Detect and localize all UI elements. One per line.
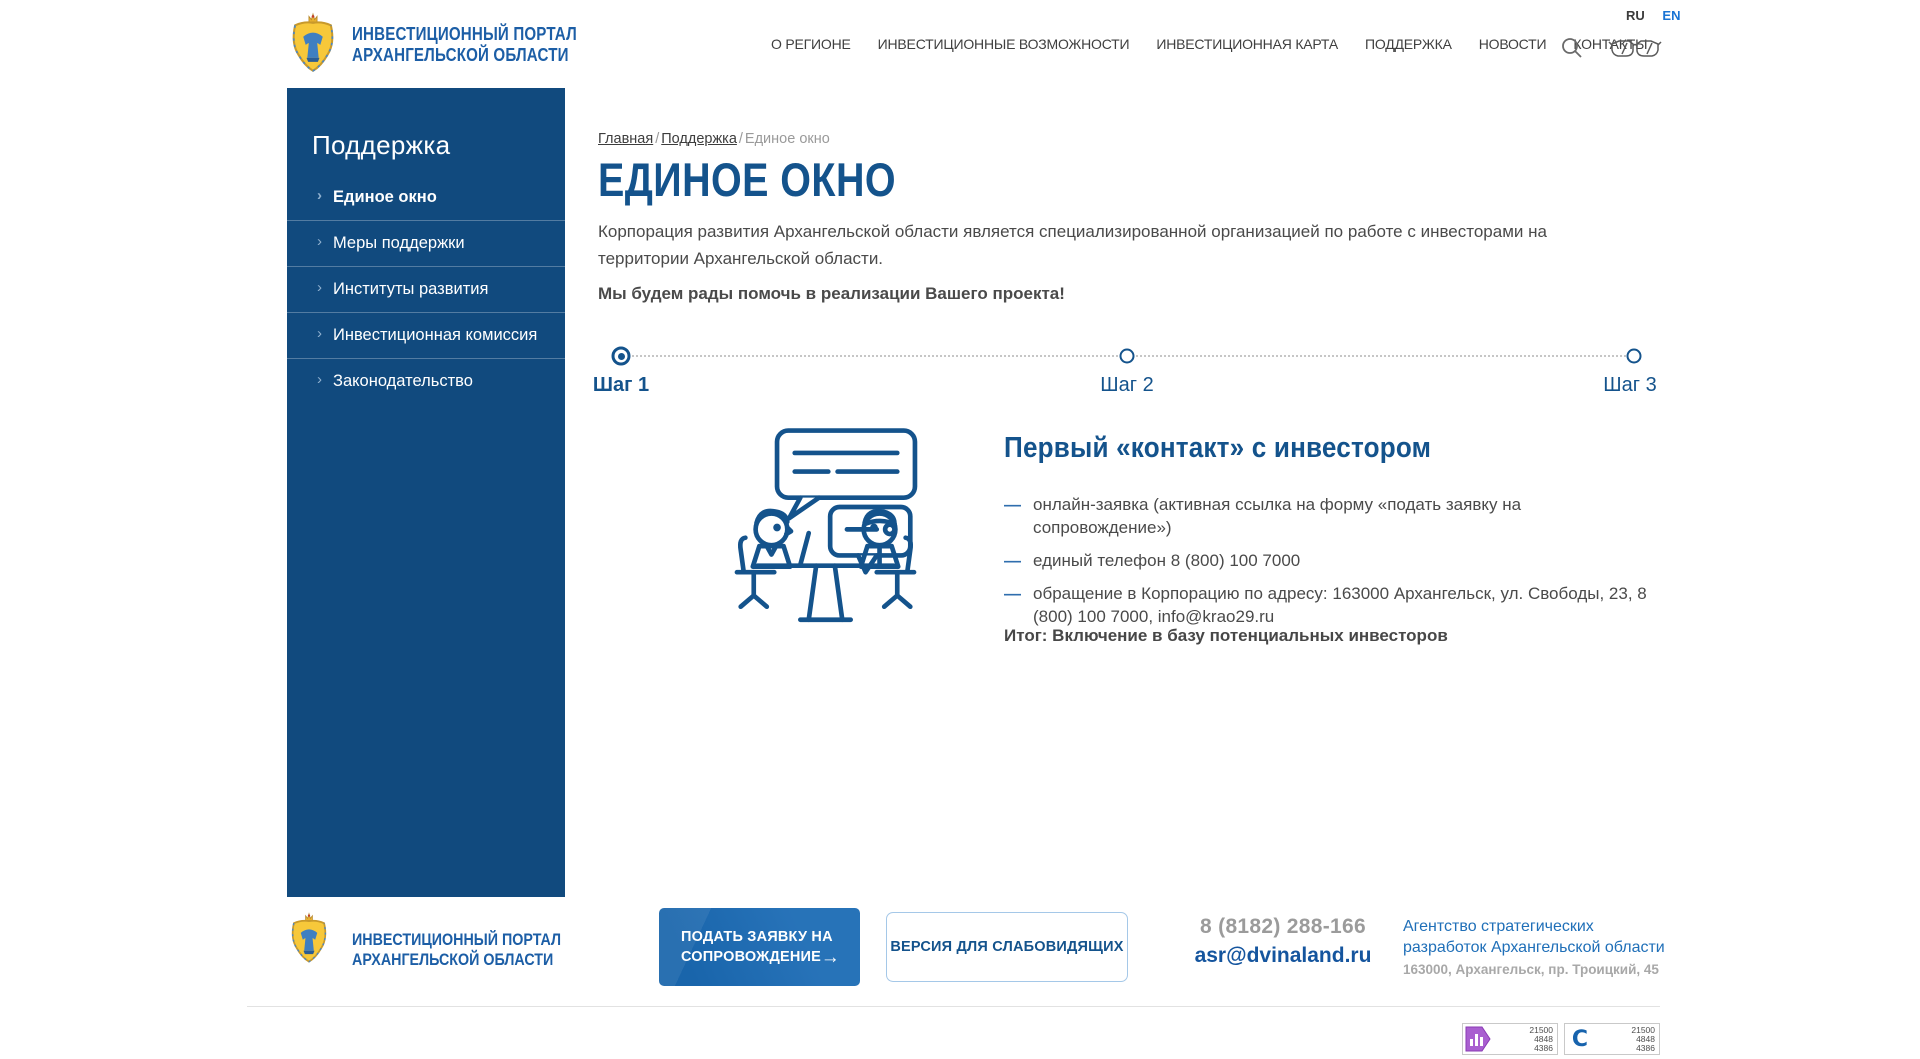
counter-value: 4386 <box>1493 1044 1553 1053</box>
sidebar-item-label: Инвестиционная комиссия <box>333 326 537 344</box>
footer-site-title-line2: АРХАНГЕЛЬСКОЙ ОБЛАСТИ <box>352 950 561 970</box>
footer-site-title[interactable]: ИНВЕСТИЦИОННЫЙ ПОРТАЛ АРХАНГЕЛЬСКОЙ ОБЛА… <box>352 930 561 970</box>
email-link[interactable]: asr@dvinaland.ru <box>1158 944 1408 968</box>
agency-link[interactable]: Агентство стратегических разработок Арха… <box>1403 916 1673 958</box>
nav-item-investment-map[interactable]: ИНВЕСТИЦИОННАЯ КАРТА <box>1156 36 1338 52</box>
sputnik-c-icon: C <box>1565 1025 1595 1053</box>
site-title[interactable]: ИНВЕСТИЦИОННЫЙ ПОРТАЛ АРХАНГЕЛЬСКОЙ ОБЛА… <box>352 24 577 66</box>
sidebar-item-label: Институты развития <box>333 280 488 298</box>
footer-divider <box>247 1006 1660 1007</box>
sidebar-title: Поддержка <box>287 88 565 175</box>
counter-badge-sputnik[interactable]: C 21500 4848 4386 <box>1564 1023 1660 1055</box>
sidebar-item-edinoe-okno[interactable]: › Единое окно <box>287 175 565 220</box>
intro-bold-paragraph: Мы будем рады помочь в реализации Вашего… <box>598 284 1065 304</box>
counter-badge-liveinternet[interactable]: 21500 4848 4386 <box>1462 1023 1558 1055</box>
meeting-illustration-icon <box>718 425 933 630</box>
sidebar-item-label: Единое окно <box>333 188 437 206</box>
sidebar-item-label: Меры поддержки <box>333 234 465 252</box>
apply-support-button-label: ПОДАТЬ ЗАЯВКУ НА СОПРОВОЖДЕНИЕ <box>681 929 833 965</box>
step-bullet-list: онлайн-заявка (активная ссылка на форму … <box>1004 493 1659 628</box>
arrow-right-icon: → <box>821 948 840 968</box>
step-details: Первый «контакт» с инвестором онлайн-зая… <box>1004 432 1659 638</box>
step-result: Итог: Включение в базу потенциальных инв… <box>1004 626 1448 646</box>
step-circle-2[interactable] <box>1120 349 1135 364</box>
counter-values: 21500 4848 4386 <box>1493 1026 1557 1053</box>
header: ИНВЕСТИЦИОННЫЙ ПОРТАЛ АРХАНГЕЛЬСКОЙ ОБЛА… <box>0 0 1920 88</box>
step-circle-3[interactable] <box>1627 349 1642 364</box>
step-label-2[interactable]: Шаг 2 <box>1100 374 1153 397</box>
list-item: обращение в Корпорацию по адресу: 163000… <box>1004 582 1659 628</box>
phone-number: 8 (8182) 288-166 <box>1158 915 1408 939</box>
accessibility-glasses-icon[interactable] <box>1608 38 1662 65</box>
lang-ru[interactable]: RU <box>1626 8 1645 23</box>
sidebar-item-mery-podderzhki[interactable]: › Меры поддержки <box>287 220 565 266</box>
sidebar-item-instituty-razvitiya[interactable]: › Институты развития <box>287 266 565 312</box>
coat-of-arms-icon <box>287 12 339 76</box>
site-title-line2: АРХАНГЕЛЬСКОЙ ОБЛАСТИ <box>352 45 577 66</box>
apply-support-button[interactable]: ПОДАТЬ ЗАЯВКУ НА СОПРОВОЖДЕНИЕ → <box>659 908 860 986</box>
nav-item-support[interactable]: ПОДДЕРЖКА <box>1365 36 1452 52</box>
liveinternet-icon <box>1463 1025 1493 1053</box>
sidebar-item-investitsionnaya-komissiya[interactable]: › Инвестиционная комиссия <box>287 312 565 358</box>
visit-counters: 21500 4848 4386 C 21500 4848 4386 <box>1462 1023 1660 1055</box>
nav-item-opportunities[interactable]: ИНВЕСТИЦИОННЫЕ ВОЗМОЖНОСТИ <box>878 36 1130 52</box>
breadcrumb: ГлавнаяПоддержкаЕдиное окно <box>598 131 830 147</box>
c-letter: C <box>1572 1027 1588 1052</box>
chevron-right-icon: › <box>317 371 322 388</box>
step-label-3[interactable]: Шаг 3 <box>1603 374 1656 397</box>
chevron-right-icon: › <box>317 325 322 342</box>
page-title: ЕДИНОЕ ОКНО <box>598 152 896 207</box>
search-icon[interactable] <box>1560 36 1584 65</box>
sidebar-item-label: Законодательство <box>333 372 473 390</box>
chevron-right-icon: › <box>317 279 322 296</box>
main-nav: О РЕГИОНЕ ИНВЕСТИЦИОННЫЕ ВОЗМОЖНОСТИ ИНВ… <box>771 0 1647 88</box>
breadcrumb-current: Единое окно <box>745 131 830 147</box>
chevron-right-icon: › <box>317 187 322 204</box>
page: ИНВЕСТИЦИОННЫЙ ПОРТАЛ АРХАНГЕЛЬСКОЙ ОБЛА… <box>0 0 1920 1059</box>
lang-en[interactable]: EN <box>1662 8 1680 23</box>
chevron-right-icon: › <box>317 233 322 250</box>
site-logo[interactable] <box>287 12 339 76</box>
sidebar-item-zakonodatelstvo[interactable]: › Законодательство <box>287 358 565 404</box>
language-switcher: RU EN <box>1612 8 1680 23</box>
footer-site-title-line1: ИНВЕСТИЦИОННЫЙ ПОРТАЛ <box>352 930 561 950</box>
breadcrumb-home[interactable]: Главная <box>598 131 661 147</box>
footer-site-logo[interactable] <box>287 912 331 966</box>
counter-value: 4386 <box>1595 1044 1655 1053</box>
breadcrumb-support[interactable]: Поддержка <box>661 131 745 147</box>
sidebar: Поддержка › Единое окно › Меры поддержки… <box>287 88 565 897</box>
list-item: онлайн-заявка (активная ссылка на форму … <box>1004 493 1659 539</box>
nav-item-news[interactable]: НОВОСТИ <box>1479 36 1547 52</box>
accessibility-version-button[interactable]: ВЕРСИЯ ДЛЯ СЛАБОВИДЯЩИХ <box>886 912 1128 982</box>
step-heading: Первый «контакт» с инвестором <box>1004 432 1594 465</box>
site-title-line1: ИНВЕСТИЦИОННЫЙ ПОРТАЛ <box>352 24 577 45</box>
footer-contacts: 8 (8182) 288-166 asr@dvinaland.ru <box>1158 915 1408 968</box>
step-circle-1[interactable] <box>612 347 631 366</box>
agency-address: 163000, Архангельск, пр. Троицкий, 45 <box>1403 962 1659 977</box>
list-item: единый телефон 8 (800) 100 7000 <box>1004 549 1659 572</box>
intro-paragraph: Корпорация развития Архангельской област… <box>598 218 1578 272</box>
nav-item-region[interactable]: О РЕГИОНЕ <box>771 36 851 52</box>
sidebar-menu: › Единое окно › Меры поддержки › Институ… <box>287 175 565 404</box>
coat-of-arms-icon <box>287 912 331 966</box>
step-label-1[interactable]: Шаг 1 <box>593 374 649 397</box>
counter-values: 21500 4848 4386 <box>1595 1026 1659 1053</box>
